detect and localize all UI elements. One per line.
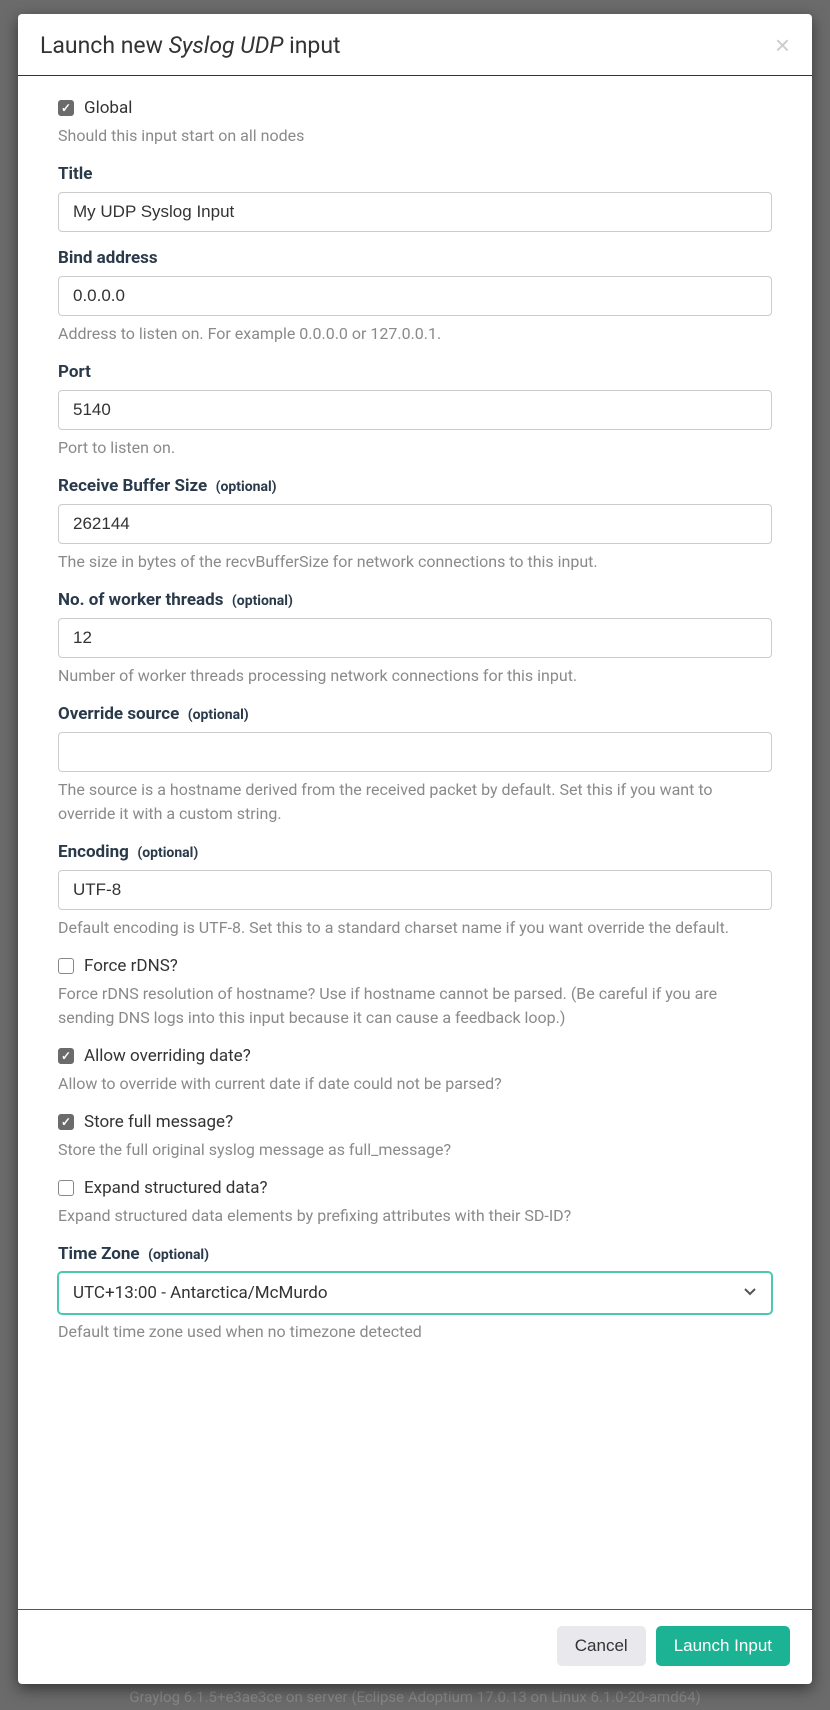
force-rdns-label: Force rDNS? [84,956,178,976]
recv-buffer-input[interactable] [58,504,772,544]
global-group: Global Should this input start on all no… [58,98,772,148]
worker-threads-label: No. of worker threads (optional) [58,590,772,610]
allow-override-date-label: Allow overriding date? [84,1046,251,1066]
worker-threads-group: No. of worker threads (optional) Number … [58,590,772,688]
background-version-text: Graylog 6.1.5+e3ae3ce on server (Eclipse… [0,1688,830,1706]
override-source-input[interactable] [58,732,772,772]
modal-body: Global Should this input start on all no… [18,76,812,1609]
force-rdns-checkbox[interactable] [58,958,74,974]
launch-input-button[interactable]: Launch Input [656,1626,790,1666]
encoding-label: Encoding (optional) [58,842,772,862]
bind-address-group: Bind address Address to listen on. For e… [58,248,772,346]
force-rdns-help: Force rDNS resolution of hostname? Use i… [58,982,772,1030]
bind-address-input[interactable] [58,276,772,316]
expand-structured-help: Expand structured data elements by prefi… [58,1204,772,1228]
timezone-label: Time Zone (optional) [58,1244,772,1264]
store-full-help: Store the full original syslog message a… [58,1138,772,1162]
timezone-help: Default time zone used when no timezone … [58,1320,772,1344]
allow-override-date-checkbox[interactable] [58,1048,74,1064]
close-icon[interactable]: × [775,32,790,58]
store-full-checkbox[interactable] [58,1114,74,1130]
timezone-group: Time Zone (optional) UTC+13:00 - Antarct… [58,1244,772,1344]
bind-address-help: Address to listen on. For example 0.0.0.… [58,322,772,346]
title-group: Title [58,164,772,232]
recv-buffer-group: Receive Buffer Size (optional) The size … [58,476,772,574]
global-help: Should this input start on all nodes [58,124,772,148]
recv-buffer-label: Receive Buffer Size (optional) [58,476,772,496]
bind-address-label: Bind address [58,248,772,268]
allow-override-date-group: Allow overriding date? Allow to override… [58,1046,772,1096]
port-help: Port to listen on. [58,436,772,460]
store-full-group: Store full message? Store the full origi… [58,1112,772,1162]
encoding-input[interactable] [58,870,772,910]
modal-title: Launch new Syslog UDP input [40,32,341,59]
encoding-group: Encoding (optional) Default encoding is … [58,842,772,940]
override-source-group: Override source (optional) The source is… [58,704,772,826]
title-label: Title [58,164,772,184]
port-label: Port [58,362,772,382]
encoding-help: Default encoding is UTF-8. Set this to a… [58,916,772,940]
worker-threads-input[interactable] [58,618,772,658]
store-full-label: Store full message? [84,1112,233,1132]
override-source-help: The source is a hostname derived from th… [58,778,772,826]
port-group: Port Port to listen on. [58,362,772,460]
allow-override-date-help: Allow to override with current date if d… [58,1072,772,1096]
cancel-button[interactable]: Cancel [557,1626,646,1666]
recv-buffer-help: The size in bytes of the recvBufferSize … [58,550,772,574]
launch-input-modal: Launch new Syslog UDP input × Global Sho… [18,14,812,1684]
modal-footer: Cancel Launch Input [18,1609,812,1684]
modal-header: Launch new Syslog UDP input × [18,14,812,76]
expand-structured-checkbox[interactable] [58,1180,74,1196]
force-rdns-group: Force rDNS? Force rDNS resolution of hos… [58,956,772,1030]
timezone-select[interactable]: UTC+13:00 - Antarctica/McMurdo [58,1272,772,1314]
global-checkbox[interactable] [58,100,74,116]
expand-structured-group: Expand structured data? Expand structure… [58,1178,772,1228]
title-input[interactable] [58,192,772,232]
port-input[interactable] [58,390,772,430]
global-label: Global [84,98,132,118]
worker-threads-help: Number of worker threads processing netw… [58,664,772,688]
override-source-label: Override source (optional) [58,704,772,724]
expand-structured-label: Expand structured data? [84,1178,267,1198]
